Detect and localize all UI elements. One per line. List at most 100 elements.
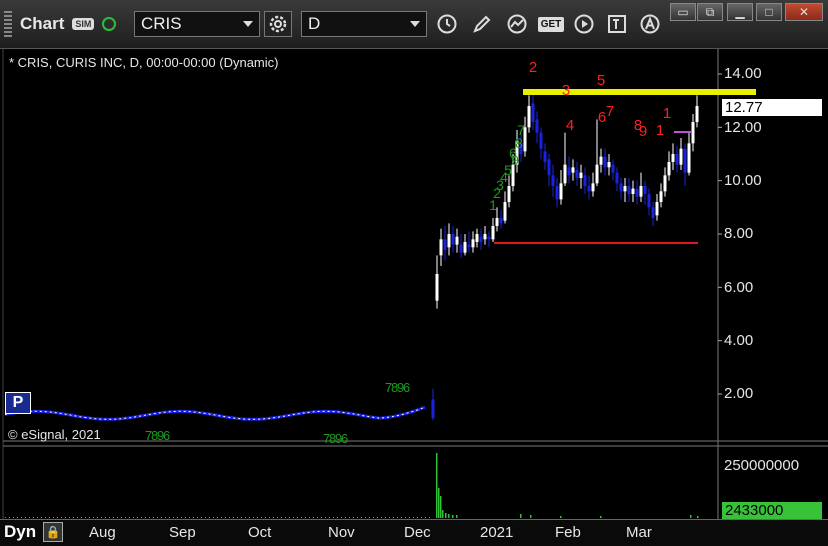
candle-body	[651, 207, 655, 218]
volume-bar	[197, 517, 198, 518]
volume-bar	[289, 517, 290, 518]
volume-bar	[177, 517, 178, 518]
green-count-label: 6	[163, 428, 170, 443]
volume-bar	[313, 517, 314, 518]
volume-bar	[85, 517, 86, 518]
candle-body	[595, 164, 599, 184]
candle-body	[559, 183, 563, 200]
candle-body	[623, 186, 627, 192]
volume-bar	[133, 517, 134, 518]
volume-bar	[440, 496, 442, 518]
dynamic-mode-label[interactable]: Dyn	[4, 522, 36, 542]
volume-bar	[425, 517, 426, 518]
candle-body	[463, 242, 467, 253]
volume-bar	[321, 517, 322, 518]
time-tick: Oct	[248, 524, 272, 541]
p-badge-button[interactable]: P	[5, 392, 31, 414]
volume-bar	[309, 517, 310, 518]
price-tick: 4.00	[724, 332, 754, 349]
candle-body	[443, 239, 447, 250]
copyright-text: © eSignal, 2021	[8, 427, 101, 442]
volume-bar	[281, 517, 282, 518]
volume-bar	[101, 517, 102, 518]
price-tick: 12.00	[724, 119, 762, 136]
red-count-label: 5	[597, 72, 605, 89]
volume-bar	[401, 517, 402, 518]
time-tick: Aug	[89, 524, 116, 541]
candle-body	[607, 162, 611, 168]
candle-body	[479, 236, 483, 242]
candle-body	[615, 172, 619, 184]
candle-body	[543, 151, 547, 162]
volume-bar	[109, 517, 110, 518]
red-count-label: 9	[639, 123, 647, 140]
candle-body	[555, 186, 559, 200]
green-count-label: 6	[341, 431, 348, 446]
volume-bar	[237, 517, 238, 518]
candle-body	[495, 218, 499, 226]
candle-body	[579, 172, 583, 178]
volume-bar	[438, 488, 440, 518]
candle-body	[503, 202, 507, 221]
volume-bar	[193, 517, 194, 518]
volume-bar	[241, 517, 242, 518]
volume-bar	[448, 514, 450, 518]
price-chart[interactable]: 23456 789 1178965432178967896 7896	[0, 0, 828, 545]
candle-body	[611, 164, 615, 173]
green-count-label: 6	[509, 145, 517, 161]
volume-bar	[89, 517, 90, 518]
candle-body	[467, 244, 471, 248]
volume-bar	[49, 517, 50, 518]
candle-body	[603, 156, 607, 168]
candle-body	[547, 159, 551, 176]
time-tick: Dec	[404, 524, 431, 541]
candle-body	[475, 234, 479, 242]
volume-bar	[277, 517, 278, 518]
time-axis-bar[interactable]: Dyn 🔒 Aug Sep Oct Nov Dec 2021 Feb Mar	[0, 519, 828, 546]
volume-tick: 250000000	[724, 457, 800, 474]
volume-bar	[421, 517, 422, 518]
volume-bar	[349, 517, 350, 518]
volume-bar	[65, 517, 66, 518]
green-count-label: 1	[489, 197, 497, 213]
candle-body	[659, 191, 663, 202]
lock-icon[interactable]: 🔒	[43, 522, 63, 542]
candle-body	[671, 154, 675, 162]
volume-bar	[13, 517, 14, 518]
candle-body	[679, 148, 683, 165]
volume-bar	[33, 517, 34, 518]
volume-bar	[293, 517, 294, 518]
candle-body	[639, 186, 643, 197]
volume-bar	[61, 517, 62, 518]
volume-bar	[325, 517, 326, 518]
candle-body	[627, 186, 631, 194]
volume-bar	[452, 515, 454, 518]
volume-bar	[189, 517, 190, 518]
volume-bar	[337, 517, 338, 518]
volume-bar	[301, 517, 302, 518]
candle-body	[451, 234, 455, 245]
volume-bar	[560, 516, 562, 518]
price-tick: 14.00	[724, 65, 762, 82]
volume-bar	[185, 517, 186, 518]
red-count-label: 1	[663, 105, 671, 122]
candle-body	[695, 106, 699, 122]
volume-bar	[261, 517, 262, 518]
candle-body	[663, 175, 667, 192]
volume-bar	[25, 517, 26, 518]
volume-bar	[213, 517, 214, 518]
volume-bar	[405, 517, 406, 518]
volume-bar	[409, 517, 410, 518]
volume-bar	[41, 517, 42, 518]
volume-bar	[436, 453, 438, 518]
candle-body	[507, 186, 511, 202]
volume-bar	[530, 515, 532, 518]
volume-bar	[53, 517, 54, 518]
volume-bar	[341, 517, 342, 518]
candle-body	[583, 175, 587, 186]
candle-body	[675, 154, 679, 165]
volume-bar	[381, 517, 382, 518]
volume-bar	[145, 517, 146, 518]
candle-body	[619, 183, 623, 192]
volume-bar	[37, 517, 38, 518]
